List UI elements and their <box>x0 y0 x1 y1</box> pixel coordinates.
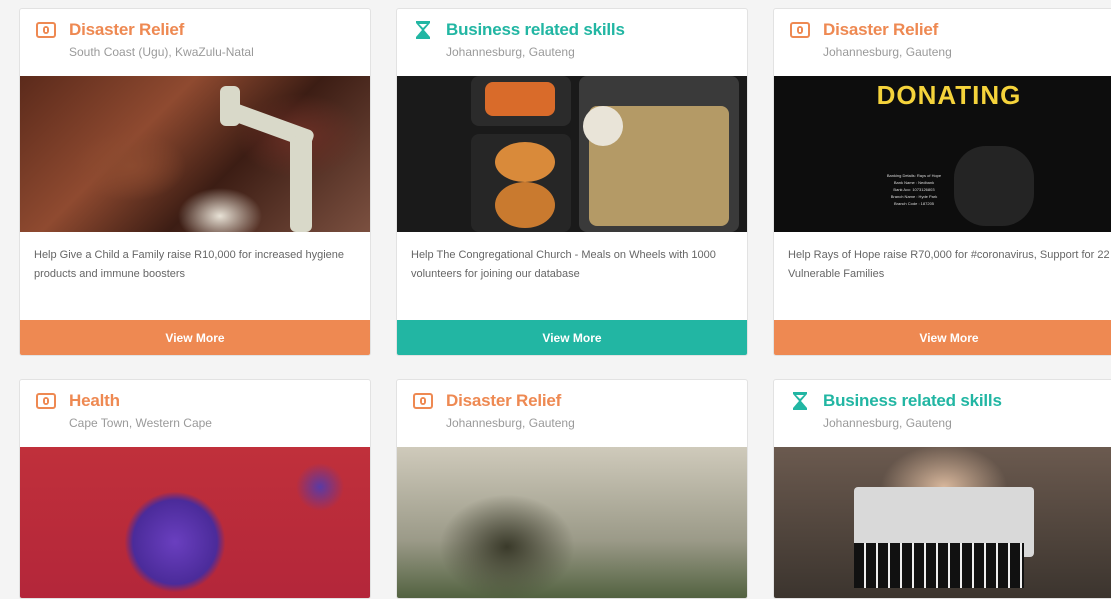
card-header: Disaster Relief Johannesburg, Gauteng <box>774 9 1111 76</box>
card-header: Disaster Relief South Coast (Ugu), KwaZu… <box>20 9 370 76</box>
banking-details: Banking Details: Rays of Hope Bank Name … <box>886 173 942 206</box>
project-card: Disaster Relief Johannesburg, Gauteng <box>396 379 748 599</box>
location-text: Johannesburg, Gauteng <box>823 416 952 430</box>
project-image[interactable] <box>397 447 747 598</box>
project-card: Business related skills Johannesburg, Ga… <box>396 8 748 356</box>
hourglass-icon <box>790 392 810 410</box>
hand-print-graphic <box>954 146 1034 226</box>
hourglass-icon <box>413 21 433 39</box>
view-more-button[interactable]: View More <box>774 320 1111 355</box>
category-title[interactable]: Business related skills <box>823 391 1002 411</box>
project-image[interactable] <box>774 447 1111 598</box>
card-header: Business related skills Johannesburg, Ga… <box>774 380 1111 447</box>
location-text: Johannesburg, Gauteng <box>446 416 575 430</box>
category-title[interactable]: Disaster Relief <box>69 20 184 40</box>
location-text: Johannesburg, Gauteng <box>446 45 575 59</box>
donation-box-icon <box>413 392 433 410</box>
project-card: Disaster Relief Johannesburg, Gauteng DO… <box>773 8 1111 356</box>
view-more-button[interactable]: View More <box>20 320 370 355</box>
project-description: Help The Congregational Church - Meals o… <box>411 249 716 280</box>
category-title[interactable]: Business related skills <box>446 20 625 40</box>
project-description: Help Rays of Hope raise R70,000 for #cor… <box>788 249 1110 280</box>
project-card: Health Cape Town, Western Cape <box>19 379 371 599</box>
card-header: Health Cape Town, Western Cape <box>20 380 370 447</box>
project-image[interactable] <box>20 447 370 598</box>
card-header: Disaster Relief Johannesburg, Gauteng <box>397 380 747 447</box>
location-text: Johannesburg, Gauteng <box>823 45 952 59</box>
donation-box-icon <box>36 21 56 39</box>
location-text: South Coast (Ugu), KwaZulu-Natal <box>69 45 254 59</box>
card-header: Business related skills Johannesburg, Ga… <box>397 9 747 76</box>
project-image[interactable]: DONATING Banking Details: Rays of Hope B… <box>774 76 1111 232</box>
category-title[interactable]: Disaster Relief <box>446 391 561 411</box>
donation-box-icon <box>36 392 56 410</box>
category-title[interactable]: Health <box>69 391 120 411</box>
category-title[interactable]: Disaster Relief <box>823 20 938 40</box>
location-text: Cape Town, Western Cape <box>69 416 212 430</box>
view-more-button[interactable]: View More <box>397 320 747 355</box>
project-description: Help Give a Child a Family raise R10,000… <box>34 249 344 280</box>
project-card: Disaster Relief South Coast (Ugu), KwaZu… <box>19 8 371 356</box>
project-card: Business related skills Johannesburg, Ga… <box>773 379 1111 599</box>
project-image[interactable] <box>20 76 370 232</box>
donating-heading: DONATING <box>876 80 1022 110</box>
donation-box-icon <box>790 21 810 39</box>
project-image[interactable] <box>397 76 747 232</box>
